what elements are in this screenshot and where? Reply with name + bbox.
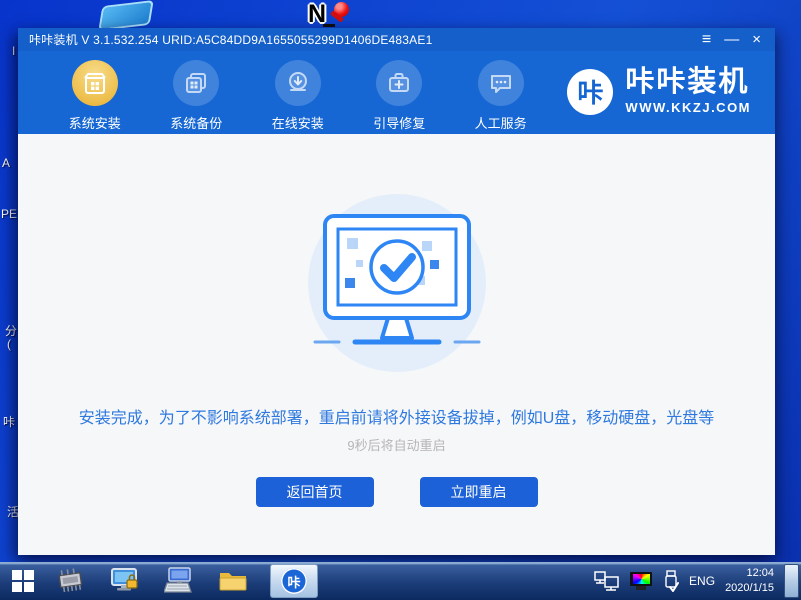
restart-countdown: 9秒后将自动重启 <box>18 435 775 454</box>
nav-item-system-install[interactable]: 系统安装 <box>60 60 129 132</box>
menu-icon[interactable]: ≡ <box>702 32 711 47</box>
folder-icon <box>218 568 248 594</box>
taskbar-item-explorer[interactable] <box>216 566 250 596</box>
nav-label: 系统备份 <box>161 113 230 132</box>
download-icon <box>275 60 321 106</box>
completion-message: 安装完成，为了不影响系统部署，重启前请将外接设备拔掉，例如U盘，移动硬盘，光盘等 <box>18 404 775 428</box>
success-illustration <box>308 194 486 372</box>
taskbar-item-display-lock[interactable] <box>108 566 142 596</box>
keyboard-monitor-icon <box>164 567 194 595</box>
network-icon[interactable] <box>594 571 620 591</box>
taskbar-item-chip[interactable] <box>54 566 88 596</box>
desktop-label-fragment: ( <box>7 337 11 351</box>
chat-bubble-icon <box>478 60 524 106</box>
taskbar-item-kaka-active[interactable]: 咔 <box>270 564 318 598</box>
memory-chip-icon <box>54 566 87 596</box>
toolbox-plus-icon <box>376 60 422 106</box>
return-home-button[interactable]: 返回首页 <box>256 477 374 507</box>
restart-now-button[interactable]: 立即重启 <box>420 477 538 507</box>
monitor-lock-icon <box>110 567 140 595</box>
desktop-label-fragment: I <box>12 44 15 58</box>
clock[interactable]: 12:04 2020/1/15 <box>725 566 774 597</box>
monitor-check-icon <box>297 210 497 360</box>
button-row: 返回首页 立即重启 <box>18 477 775 507</box>
desktop-screen-icon[interactable] <box>98 0 153 31</box>
taskbar-left: 咔 <box>0 562 318 600</box>
nav-label: 人工服务 <box>466 113 535 132</box>
usb-eject-icon[interactable] <box>662 570 679 593</box>
desktop-label-fragment: 咔 <box>3 413 15 430</box>
display-color-icon[interactable] <box>630 572 652 590</box>
install-box-icon <box>72 60 118 106</box>
window-controls: ≡ — × <box>702 32 775 47</box>
nav-item-online-install[interactable]: 在线安装 <box>263 60 332 132</box>
kaka-taskbar-icon: 咔 <box>281 568 307 594</box>
window-title: 咔咔装机 V 3.1.532.254 URID:A5C84DD9A1655055… <box>29 31 432 48</box>
show-desktop-button[interactable] <box>784 564 799 598</box>
nav-label: 系统安装 <box>60 113 129 132</box>
main-content: 安装完成，为了不影响系统部署，重启前请将外接设备拔掉，例如U盘，移动硬盘，光盘等… <box>18 134 775 555</box>
language-indicator[interactable]: ENG <box>689 574 715 588</box>
taskbar-item-keyboard[interactable] <box>162 566 196 596</box>
start-button[interactable] <box>12 570 34 592</box>
nav-label: 在线安装 <box>263 113 332 132</box>
brand-name: 咔咔装机 <box>625 68 751 97</box>
nav-item-system-backup[interactable]: 系统备份 <box>161 60 230 132</box>
nav-bar: 系统安装 系统备份 <box>18 51 775 134</box>
desktop-label-fragment: A <box>2 156 10 170</box>
minimize-button[interactable]: — <box>724 32 739 47</box>
kaka-installer-window: 咔咔装机 V 3.1.532.254 URID:A5C84DD9A1655055… <box>18 28 775 555</box>
desktop-activation-icon[interactable]: N <box>308 0 366 30</box>
title-bar: 咔咔装机 V 3.1.532.254 URID:A5C84DD9A1655055… <box>18 28 775 51</box>
close-button[interactable]: × <box>752 32 761 47</box>
nav-item-human-service[interactable]: 人工服务 <box>466 60 535 132</box>
taskbar: 咔 ENG 12:04 2020/1/15 <box>0 562 801 600</box>
clock-time: 12:04 <box>725 566 774 581</box>
key-underscore <box>323 24 335 27</box>
nav-label: 引导修复 <box>364 113 433 132</box>
brand-url: WWW.KKZJ.COM <box>625 100 751 115</box>
brand-logo: 咔 咔咔装机 WWW.KKZJ.COM <box>567 68 751 115</box>
backup-windows-icon <box>173 60 219 106</box>
nav-item-boot-repair[interactable]: 引导修复 <box>364 60 433 132</box>
kaka-logo-icon: 咔 <box>567 69 613 115</box>
system-tray: ENG 12:04 2020/1/15 <box>594 562 801 600</box>
clock-date: 2020/1/15 <box>725 581 774 596</box>
